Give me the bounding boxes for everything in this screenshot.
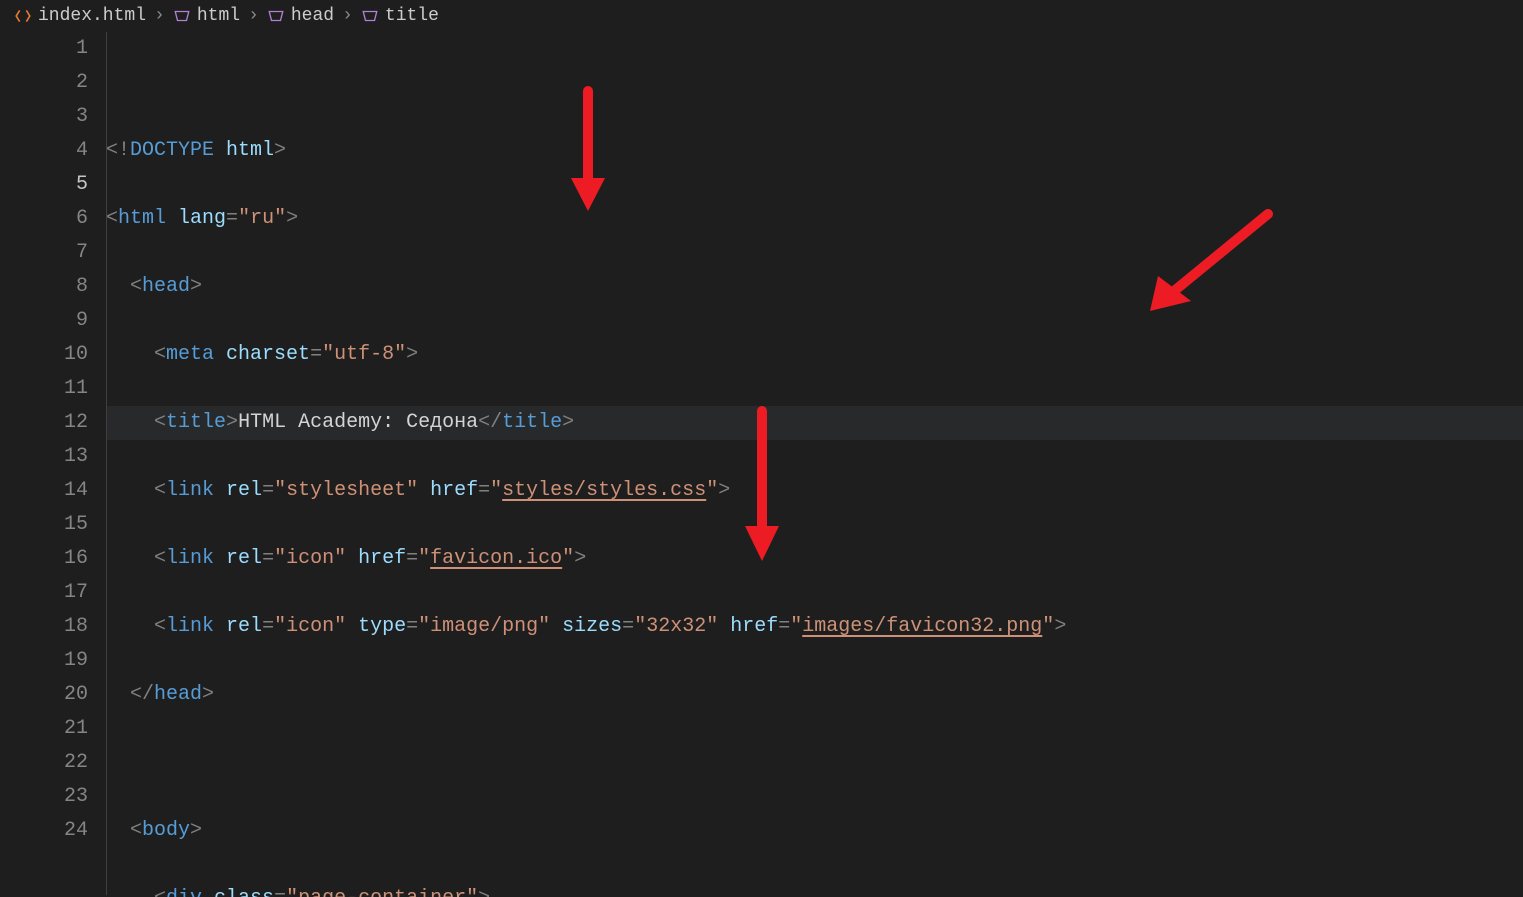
line-number: 6	[0, 202, 88, 236]
chevron-right-icon: ›	[342, 6, 353, 26]
breadcrumb-label: html	[197, 6, 240, 26]
line-number: 16	[0, 542, 88, 576]
code-editor[interactable]: 1 2 3 4 5 6 7 8 9 10 11 12 13 14 15 16 1…	[0, 32, 1523, 895]
line-number: 22	[0, 746, 88, 780]
breadcrumb-file-label: index.html	[38, 6, 146, 26]
code-line: <html lang="ru">	[106, 202, 1523, 236]
code-line: <body>	[106, 814, 1523, 848]
code-content[interactable]: <!DOCTYPE html> <html lang="ru"> <head> …	[106, 32, 1523, 895]
line-number: 12	[0, 406, 88, 440]
code-line: <link rel="stylesheet" href="styles/styl…	[106, 474, 1523, 508]
breadcrumb-html[interactable]: html	[173, 6, 240, 26]
line-number: 20	[0, 678, 88, 712]
line-number: 11	[0, 372, 88, 406]
symbol-icon	[267, 7, 285, 25]
line-number: 1	[0, 32, 88, 66]
line-number: 21	[0, 712, 88, 746]
chevron-right-icon: ›	[154, 6, 165, 26]
line-number: 13	[0, 440, 88, 474]
line-number-gutter: 1 2 3 4 5 6 7 8 9 10 11 12 13 14 15 16 1…	[0, 32, 106, 895]
line-number: 4	[0, 134, 88, 168]
line-number: 14	[0, 474, 88, 508]
indent-guide	[106, 32, 107, 895]
code-line	[106, 746, 1523, 780]
breadcrumb-label: head	[291, 6, 334, 26]
line-number: 24	[0, 814, 88, 848]
breadcrumb-file[interactable]: index.html	[14, 6, 146, 26]
line-number: 18	[0, 610, 88, 644]
symbol-icon	[173, 7, 191, 25]
file-code-icon	[14, 7, 32, 25]
line-number: 8	[0, 270, 88, 304]
code-line: <link rel="icon" type="image/png" sizes=…	[106, 610, 1523, 644]
code-line: <link rel="icon" href="favicon.ico">	[106, 542, 1523, 576]
line-number: 7	[0, 236, 88, 270]
line-number: 9	[0, 304, 88, 338]
line-number: 15	[0, 508, 88, 542]
line-number: 23	[0, 780, 88, 814]
line-number: 19	[0, 644, 88, 678]
code-line: <title>HTML Academy: Седона</title>	[106, 406, 1523, 440]
breadcrumb-head[interactable]: head	[267, 6, 334, 26]
line-number: 10	[0, 338, 88, 372]
chevron-right-icon: ›	[248, 6, 259, 26]
code-line: <!DOCTYPE html>	[106, 134, 1523, 168]
code-line: </head>	[106, 678, 1523, 712]
breadcrumb-title[interactable]: title	[361, 6, 439, 26]
breadcrumb: index.html › html › head › title	[0, 0, 1523, 32]
line-number: 3	[0, 100, 88, 134]
code-line: <div class="page-container">	[106, 882, 1523, 897]
breadcrumb-label: title	[385, 6, 439, 26]
line-number: 2	[0, 66, 88, 100]
symbol-icon	[361, 7, 379, 25]
code-line: <meta charset="utf-8">	[106, 338, 1523, 372]
code-line: <head>	[106, 270, 1523, 304]
line-number: 5	[0, 168, 88, 202]
line-number: 17	[0, 576, 88, 610]
